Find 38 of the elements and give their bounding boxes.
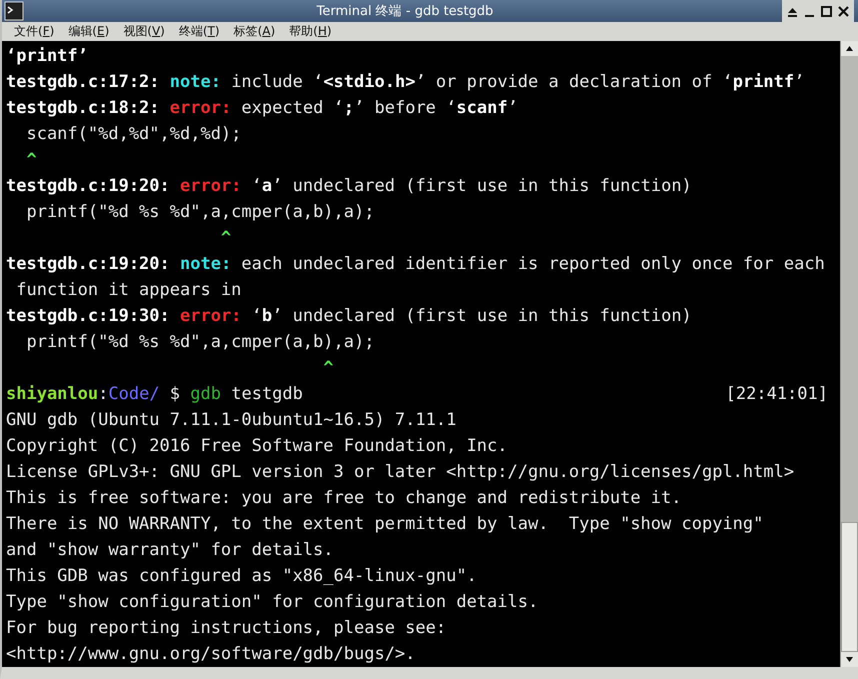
menu-item[interactable]: 帮助(H) — [289, 22, 332, 40]
terminal-line: testgdb.c:17:2: note: include ‘<stdio.h>’ or provide a declaration of ‘printf’ — [6, 71, 806, 94]
terminal-line: testgdb.c:19:20: note: each undeclared identifier is reported only once for each — [6, 253, 826, 276]
scroll-down-icon[interactable] — [841, 652, 858, 667]
terminal-line: testgdb.c:19:30: error: ‘b’ undeclared (first use in this function) — [6, 305, 693, 328]
terminal-line: There is NO WARRANTY, to the extent permitted by law. Type "show copying" — [6, 513, 764, 536]
terminal-line: GNU gdb (Ubuntu 7.11.1-0ubuntu1~16.5) 7.11.1 — [6, 409, 458, 432]
terminal-line: Type "show configuration" for configuration details. — [6, 591, 540, 614]
terminal-line: function it appears in — [15, 279, 242, 302]
timestamp: [22:41:01] — [726, 383, 828, 406]
terminal-line: scanf("%d,%d",%d,%d); — [25, 123, 242, 146]
terminal-line: For bug reporting instructions, please see: — [6, 617, 448, 640]
close-icon[interactable] — [837, 4, 850, 18]
menu-item[interactable]: 标签(A) — [234, 22, 276, 40]
menu-item[interactable]: 编辑(E) — [68, 22, 110, 40]
scrollbar-thumb[interactable] — [841, 522, 858, 652]
terminal-line: This GDB was configured as "x86_64-linux-gnu". — [6, 565, 478, 588]
terminal-line: and "show warranty" for details. — [6, 539, 335, 562]
terminal-line: testgdb.c:19:20: error: ‘a’ undeclared (first use in this function) — [6, 175, 693, 198]
terminal-line: printf("%d %s %d",a,cmper(a,b),a); — [25, 201, 376, 224]
terminal-line: testgdb.c:18:2: error: expected ‘;’ before ‘scanf’ — [6, 97, 519, 120]
terminal-line: ‘printf’ — [6, 45, 89, 68]
terminal-line: ^ — [25, 149, 38, 172]
maximize-icon[interactable] — [820, 4, 833, 18]
menu-item[interactable]: 视图(V) — [123, 22, 165, 40]
terminal-icon[interactable] — [4, 1, 24, 21]
terminal-line: This is free software: you are free to change and redistribute it. — [6, 487, 683, 510]
menu-item[interactable]: 终端(T) — [178, 22, 220, 40]
command-prompt-line: shiyanlou:Code/ $ gdb testgdb — [6, 383, 303, 406]
scroll-up-icon[interactable] — [841, 41, 858, 56]
terminal-line: ^ — [322, 357, 335, 380]
terminal-line: printf("%d %s %d",a,cmper(a,b),a); — [25, 331, 376, 354]
window-title: Terminal 终端 - gdb testgdb — [316, 3, 494, 20]
terminal-line: <http://www.gnu.org/software/gdb/bugs/>. — [6, 643, 416, 666]
terminal-line: Copyright (C) 2016 Free Software Foundation, Inc. — [6, 435, 509, 458]
menu-item[interactable]: 文件(F) — [14, 22, 54, 40]
terminal-line: ^ — [220, 227, 232, 250]
terminal-line: License GPLv3+: GNU GPL version 3 or later <http://gnu.org/licenses/gpl.html> — [6, 461, 796, 484]
